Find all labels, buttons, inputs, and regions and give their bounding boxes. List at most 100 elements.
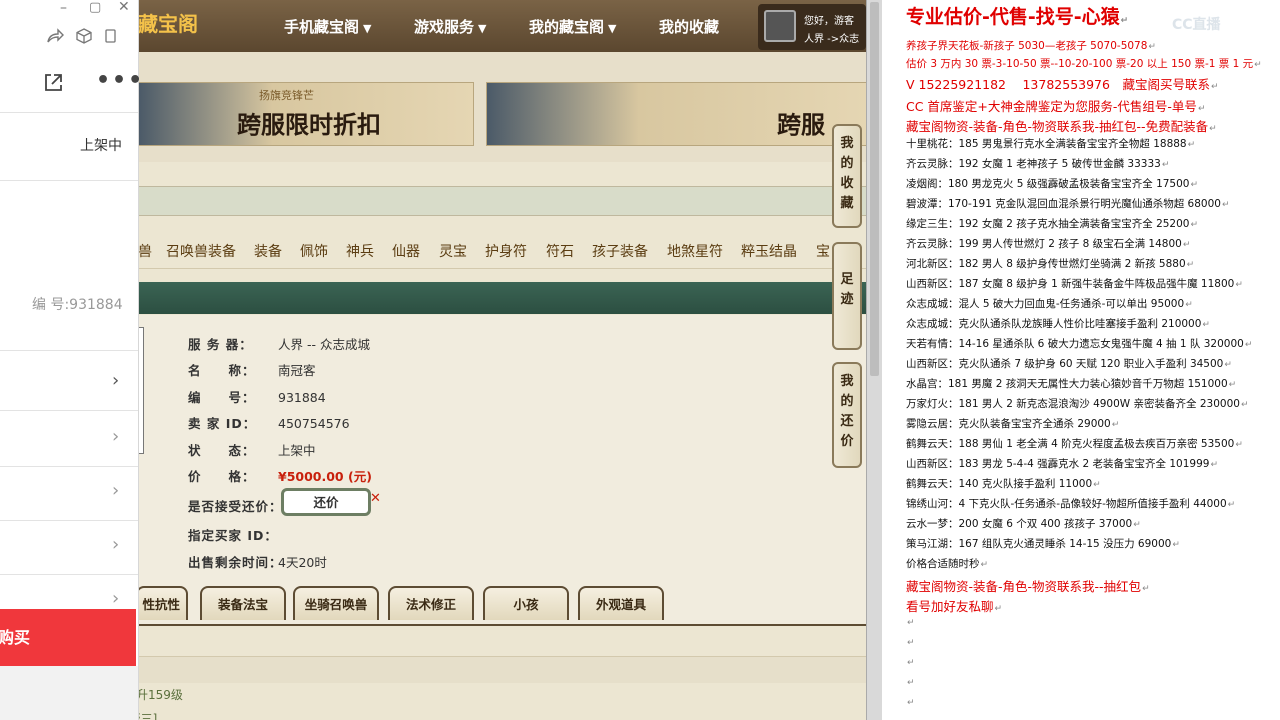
detail-row-buyer-id: 指定买家 ID：	[188, 525, 278, 544]
close-icon[interactable]: ✕	[370, 491, 381, 506]
side-btn-favorites[interactable]: 我的收藏	[832, 124, 862, 228]
notepad-line-text: 众志成城：克火队通杀队龙族睡人性价比哇塞接手盈利 210000	[906, 318, 1202, 330]
side-btn-my-counter[interactable]: 我的还价	[832, 362, 862, 468]
notepad-line: 养孩子界天花板-新孩子 5030—老孩子 5070-5078↵	[906, 38, 1156, 53]
notepad-line-text: 众志成城：混人 5 破大力回血鬼-任务通杀-可以单出 95000	[906, 298, 1185, 310]
paragraph-mark-icon: ↵	[1172, 540, 1180, 550]
category-item[interactable]: 兽	[138, 241, 152, 261]
paragraph-mark-icon: ↵	[1210, 82, 1219, 92]
promo-banner-2[interactable]: 跨服	[486, 82, 866, 146]
category-item[interactable]: 符石	[546, 241, 574, 261]
notepad-line: ↵	[906, 676, 915, 688]
tab-equipment-treasure[interactable]: 装备法宝	[200, 586, 286, 620]
window-scrollbar[interactable]	[866, 0, 883, 720]
notepad-line-text: 云水一梦：200 女魔 6 个双 400 孩孩子 37000	[906, 518, 1133, 530]
tab-spell-mod[interactable]: 法术修正	[388, 586, 474, 620]
detail-value: 931884	[278, 390, 326, 405]
category-item[interactable]: 仙器	[392, 241, 420, 261]
tab-child[interactable]: 小孩	[483, 586, 569, 620]
nav-item-favorites[interactable]: 我的收藏	[659, 16, 719, 37]
notepad-line: 河北新区：182 男人 8 级护身传世燃灯坐骑满 2 新孩 5880↵	[906, 256, 1194, 271]
tab-appearance[interactable]: 外观道具	[578, 586, 664, 620]
notepad-line-text: 雾隐云居：克火队装备宝宝齐全通杀 29000	[906, 418, 1111, 430]
caret-down-icon: ▼	[363, 22, 372, 35]
notepad-line: 策马江湖：167 组队克火通灵睡杀 14-15 没压力 69000↵	[906, 536, 1180, 551]
detail-label: 指定买家 ID：	[188, 528, 278, 543]
notepad-line: CC 首席鉴定+大神金牌鉴定为您服务-代售组号-单号↵	[906, 96, 1205, 115]
notepad-line: 山西新区：克火队通杀 7 级护身 60 天赋 120 职业入手盈利 34500↵	[906, 356, 1232, 371]
notepad-line: 齐云灵脉：192 女魔 1 老神孩子 5 破传世金麟 33333↵	[906, 156, 1169, 171]
detail-label: 卖 家 ID：	[188, 416, 257, 431]
chevron-right-icon[interactable]: ›	[112, 534, 119, 555]
paragraph-mark-icon: ↵	[994, 604, 1003, 614]
maximize-icon[interactable]: ▢	[89, 0, 101, 15]
user-panel[interactable]: 您好，游客 人界 ->众志	[758, 4, 866, 50]
scrollbar-thumb[interactable]	[870, 2, 879, 376]
nav-item-game-service[interactable]: 游戏服务 ▼	[414, 16, 486, 37]
category-item[interactable]: 粹玉结晶	[741, 241, 797, 261]
notepad-line-text: 养孩子界天花板-新孩子 5030—老孩子 5070-5078	[906, 40, 1148, 52]
notepad-line-text: CC 首席鉴定+大神金牌鉴定为您服务-代售组号-单号	[906, 99, 1197, 114]
notepad-line-text: 估价 3 万内 30 票-3-10-50 票--10-20-100 票-20 以…	[906, 58, 1254, 70]
notepad-line: 藏宝阁物资-装备-角色-物资联系我-抽红包--免费配装备↵	[906, 116, 1217, 135]
notepad-line: V 15225921182 13782553976 藏宝阁买号联系↵	[906, 74, 1219, 93]
external-link-icon[interactable]	[42, 72, 64, 94]
chevron-right-icon[interactable]: ›	[112, 480, 119, 501]
category-item[interactable]: 佩饰	[300, 241, 328, 261]
nav-label: 游戏服务	[414, 18, 475, 36]
detail-label: 服 务 器：	[188, 337, 253, 352]
caret-down-icon: ▼	[478, 22, 487, 35]
nav-item-mobile[interactable]: 手机藏宝阁 ▼	[284, 16, 371, 37]
detail-row-server: 服 务 器： 人界 -- 众志成城	[188, 334, 370, 353]
category-item[interactable]: 护身符	[485, 241, 527, 261]
more-icon[interactable]: •••	[96, 68, 144, 93]
tab-resistance[interactable]: 性抗性	[138, 586, 188, 620]
category-item[interactable]: 地煞星符	[667, 241, 723, 261]
counter-offer-button[interactable]: 还价	[281, 488, 371, 516]
category-item[interactable]: 神兵	[346, 241, 374, 261]
close-icon[interactable]: ✕	[118, 0, 130, 15]
buy-label: 购买	[0, 628, 31, 647]
notepad-line: 万家灯火：181 男人 2 新克态混浪淘沙 4900W 亲密装备齐全 23000…	[906, 396, 1248, 411]
category-item[interactable]: 宝	[816, 241, 830, 261]
paragraph-mark-icon: ↵	[1254, 60, 1262, 70]
tab-mount-pet[interactable]: 坐骑召唤兽	[293, 586, 379, 620]
category-item[interactable]: 装备	[254, 241, 282, 261]
paragraph-mark-icon: ↵	[1148, 42, 1156, 52]
user-server: 人界 ->众志	[804, 34, 860, 45]
minimize-icon[interactable]: –	[60, 0, 67, 16]
box-icon[interactable]	[76, 28, 92, 44]
chevron-right-icon[interactable]: ›	[112, 588, 119, 609]
buy-button[interactable]: 购买	[0, 609, 136, 666]
notepad-document[interactable]: CC直播 专业估价-代售-找号-心猿↵ 养孩子界天花板-新孩子 5030—老孩子 …	[882, 0, 1280, 720]
notepad-line: ↵	[906, 656, 915, 668]
detail-value: 人界 -- 众志成城	[278, 337, 370, 352]
paragraph-mark-icon: ↵	[1186, 260, 1195, 270]
share-icon[interactable]	[46, 28, 64, 44]
nav-label: 手机藏宝阁	[284, 18, 360, 36]
side-btn-footprint[interactable]: 足迹	[832, 242, 862, 350]
paragraph-mark-icon: ↵	[907, 658, 915, 668]
character-info: 等 级 飞升159级 帮 派 [帮三]	[138, 624, 866, 720]
category-item[interactable]: 召唤兽装备	[166, 241, 236, 261]
panel-footer	[0, 666, 138, 720]
notepad-line: 雾隐云居：克火队装备宝宝齐全通杀 29000↵	[906, 416, 1119, 431]
notepad-line: 山西新区：187 女魔 8 级护身 1 新强牛装备金牛阵极品强牛魔 11800↵	[906, 276, 1243, 291]
notepad-line: 碧波潭：170-191 克金队混回血混杀景行明光魔仙通杀物超 68000↵	[906, 196, 1230, 211]
chevron-right-icon[interactable]: ›	[112, 426, 119, 447]
item-popup-panel: – ▢ ✕ ••• 上架中 编 号:931884 › › › › › 购买	[0, 0, 142, 720]
detail-row-name: 名 称： 南冠客	[188, 360, 316, 379]
promo-banner-1[interactable]: 扬旗竞锋芒 跨服限时折扣	[138, 82, 474, 146]
chevron-right-icon[interactable]: ›	[112, 370, 119, 391]
notepad-line: ↵	[906, 636, 915, 648]
notepad-line-text: 藏宝阁物资-装备-角色-物资联系我-抽红包--免费配装备	[906, 119, 1209, 134]
site-navbar: 藏宝阁 手机藏宝阁 ▼ 游戏服务 ▼ 我的藏宝阁 ▼ 我的收藏 您好，游客 人界 ->…	[138, 0, 866, 52]
audio-icon[interactable]	[104, 28, 120, 44]
notepad-line-text: 万家灯火：181 男人 2 新克态混浪淘沙 4900W 亲密装备齐全 23000…	[906, 398, 1240, 410]
notepad-line-text: 齐云灵脉：192 女魔 1 老神孩子 5 破传世金麟 33333	[906, 158, 1161, 170]
paragraph-mark-icon: ↵	[1210, 460, 1218, 470]
site-logo[interactable]: 藏宝阁	[138, 8, 198, 37]
nav-item-my-cbg[interactable]: 我的藏宝阁 ▼	[529, 16, 616, 37]
category-item[interactable]: 灵宝	[439, 241, 467, 261]
category-item[interactable]: 孩子装备	[592, 241, 648, 261]
